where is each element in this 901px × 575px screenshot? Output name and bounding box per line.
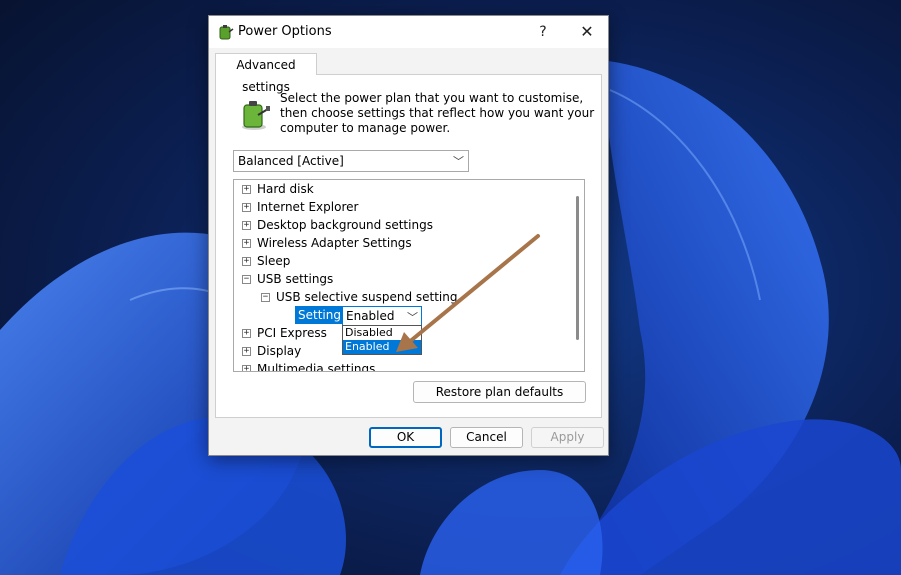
ok-button[interactable]: OK [369, 427, 442, 448]
tree-item-usb-settings[interactable]: − USB settings [242, 270, 333, 288]
tree-item-usb-selective-suspend[interactable]: − USB selective suspend setting [261, 288, 457, 306]
tree-item-internet-explorer[interactable]: + Internet Explorer [242, 198, 358, 216]
expand-icon[interactable]: + [242, 329, 251, 338]
close-button[interactable]: ✕ [574, 20, 600, 44]
cancel-button[interactable]: Cancel [450, 427, 523, 448]
settings-tree[interactable]: + Hard disk + Internet Explorer + Desktop b… [233, 179, 585, 372]
usb-suspend-setting-dropdown[interactable]: Enabled ﹀ [342, 306, 422, 326]
tree-scrollbar[interactable] [571, 180, 584, 371]
collapse-icon[interactable]: − [261, 293, 270, 302]
battery-plan-icon [242, 101, 270, 130]
expand-icon[interactable]: + [242, 239, 251, 248]
apply-button[interactable]: Apply [531, 427, 604, 448]
tree-item-label: Desktop background settings [257, 218, 433, 232]
window-title: Power Options [238, 24, 332, 39]
power-plan-value: Balanced [Active] [238, 154, 344, 168]
expand-icon[interactable]: + [242, 365, 251, 371]
help-button[interactable]: ? [530, 20, 556, 44]
power-options-dialog: Power Options ? ✕ Advanced settings Sele… [208, 15, 609, 456]
tree-item-label: USB selective suspend setting [276, 290, 458, 304]
chevron-down-icon: ﹀ [453, 155, 464, 168]
title-bar: Power Options ? ✕ [209, 16, 608, 48]
tree-item-sleep[interactable]: + Sleep [242, 252, 290, 270]
power-options-icon [219, 25, 234, 40]
restore-plan-defaults-button[interactable]: Restore plan defaults [413, 381, 586, 403]
tree-item-display[interactable]: + Display [242, 342, 301, 360]
tree-item-label: PCI Express [257, 326, 327, 340]
tree-item-label: Hard disk [257, 182, 314, 196]
tree-item-wireless-adapter[interactable]: + Wireless Adapter Settings [242, 234, 412, 252]
expand-icon[interactable]: + [242, 347, 251, 356]
tab-advanced-settings[interactable]: Advanced settings [215, 53, 317, 94]
collapse-icon[interactable]: − [242, 275, 251, 284]
tree-item-label: Multimedia settings [257, 362, 376, 372]
chevron-down-icon: ﹀ [407, 311, 418, 324]
setting-options-list: Disabled Enabled [342, 325, 422, 355]
scrollbar-thumb[interactable] [576, 196, 579, 340]
tree-item-multimedia[interactable]: + Multimedia settings [242, 360, 376, 372]
setting-value: Enabled [346, 309, 395, 323]
setting-label: Setting: [295, 306, 349, 324]
tree-item-pci-express[interactable]: + PCI Express [242, 324, 327, 342]
power-plan-dropdown[interactable]: Balanced [Active] ﹀ [233, 150, 469, 172]
tree-item-label: Display [257, 344, 302, 358]
expand-icon[interactable]: + [242, 257, 251, 266]
tree-item-desktop-background[interactable]: + Desktop background settings [242, 216, 433, 234]
expand-icon[interactable]: + [242, 203, 251, 212]
expand-icon[interactable]: + [242, 221, 251, 230]
tree-item-hard-disk[interactable]: + Hard disk [242, 180, 314, 198]
expand-icon[interactable]: + [242, 185, 251, 194]
option-enabled[interactable]: Enabled [343, 340, 421, 354]
advanced-settings-panel: Select the power plan that you want to c… [215, 74, 602, 418]
tree-item-label: Wireless Adapter Settings [257, 236, 412, 250]
tree-item-label: Internet Explorer [257, 200, 359, 214]
tree-item-label: Sleep [257, 254, 291, 268]
tree-item-label: USB settings [257, 272, 334, 286]
option-disabled[interactable]: Disabled [343, 326, 421, 340]
plan-description: Select the power plan that you want to c… [280, 91, 595, 135]
